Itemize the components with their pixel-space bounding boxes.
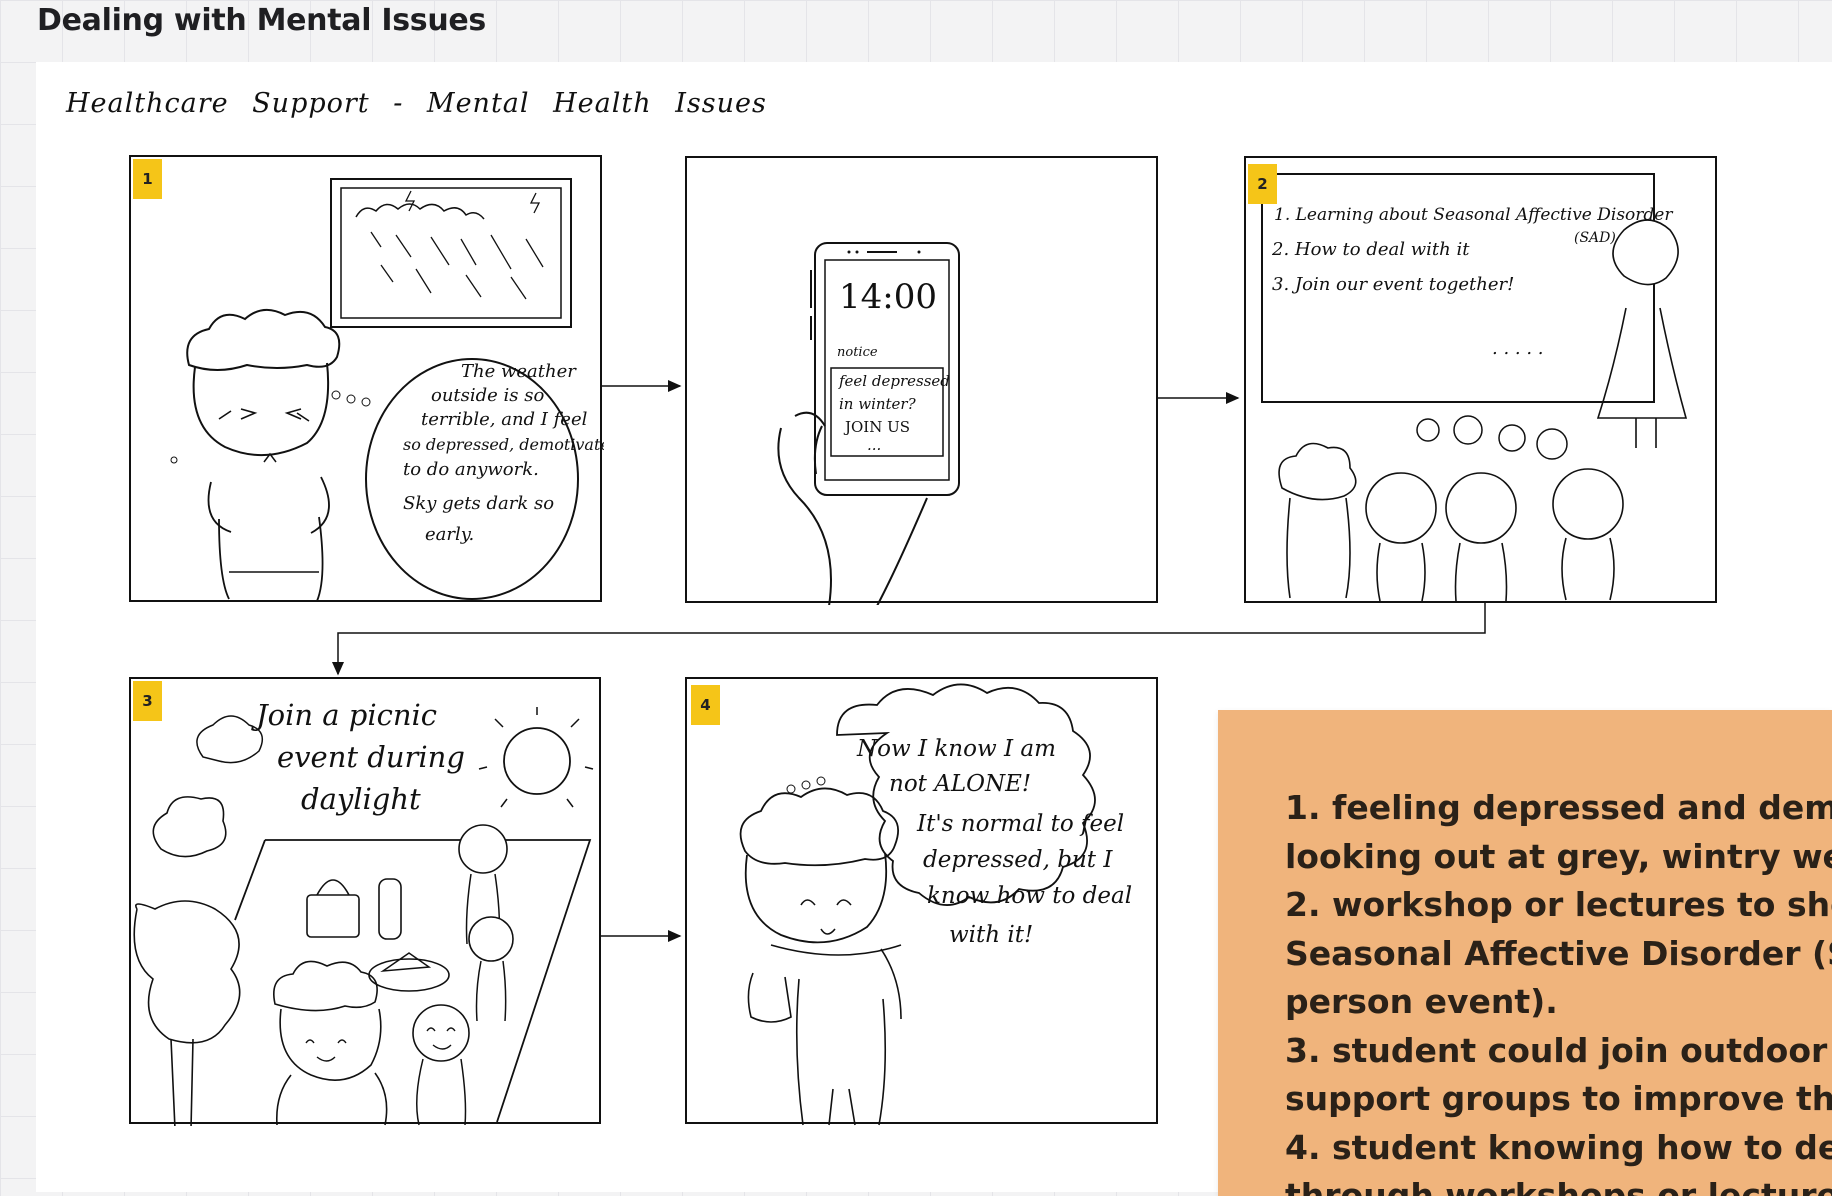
caption-line-3: daylight xyxy=(301,782,421,816)
thought-line-6: with it! xyxy=(949,922,1033,948)
panel-number-badge: 3 xyxy=(133,681,162,721)
panel-number-badge: 2 xyxy=(1248,164,1277,204)
panel-1-sad-student[interactable]: The weather outside is so terrible, and … xyxy=(129,155,604,602)
board-line-3: 3. Join our event together! xyxy=(1272,274,1514,295)
panel-phone-notice[interactable]: 14:00 notice feel depressed in winter? J… xyxy=(685,156,1158,605)
phone-notice-label: notice xyxy=(837,345,878,360)
caption-line-1: Join a picnic xyxy=(251,698,437,732)
caption-line-2: event during xyxy=(277,740,465,774)
note-line: 4. student knowing how to deal with it xyxy=(1285,1127,1832,1167)
sticky-note[interactable]: 1. feeling depressed and demotivated whe… xyxy=(1218,710,1832,1196)
thought-line-5: know how to deal xyxy=(927,883,1132,909)
speech-line-7: early. xyxy=(425,524,474,545)
thought-line-2: not ALONE! xyxy=(889,771,1031,797)
sticky-note-text: 1. feeling depressed and demotivated whe… xyxy=(1285,784,1832,1196)
svg-text:Join a picnic event duri: Join a picnic event during daylight xyxy=(251,698,474,816)
note-line: 1. feeling depressed and demotivated whe… xyxy=(1285,788,1832,827)
board-line-2: 2. How to deal with it xyxy=(1271,239,1470,260)
panel-3-picnic[interactable]: Join a picnic event during daylight 3 xyxy=(129,677,601,1126)
speech-line-4: so depressed, demotivated xyxy=(403,435,604,454)
note-line: through workshops or lectures. xyxy=(1285,1176,1832,1196)
speech-line-5: to do anywork. xyxy=(403,459,539,480)
note-line: Seasonal Affective Disorder (SAD) (in- xyxy=(1285,933,1832,973)
thought-line-3: It's normal to feel xyxy=(916,811,1124,837)
panel-phone-drawing: 14:00 notice feel depressed in winter? J… xyxy=(777,242,960,605)
panel-number-badge: 1 xyxy=(133,159,162,199)
board-title: Healthcare Support - Mental Health Issue… xyxy=(66,88,767,119)
panel-number-badge: 4 xyxy=(691,685,720,725)
panel-2-workshop[interactable]: 1. Learning about Seasonal Affective Dis… xyxy=(1244,156,1717,603)
note-line: looking out at grey, wintry weather. xyxy=(1285,836,1832,876)
board-line-1: 1. Learning about Seasonal Affective Dis… xyxy=(1274,205,1673,225)
panel-4-not-alone[interactable]: Now I know I am not ALONE! It's normal t… xyxy=(685,677,1158,1126)
speech-line-1: The weather xyxy=(461,361,577,382)
board-line-sad: (SAD) xyxy=(1574,230,1616,246)
note-line: 3. student could join outdoor activities… xyxy=(1285,1030,1832,1070)
thought-line-4: depressed, but I xyxy=(923,847,1113,873)
speech-line-3: terrible, and I feel xyxy=(421,409,588,430)
panel-4-drawing: Now I know I am not ALONE! It's normal t… xyxy=(739,683,1132,1126)
panel-1-drawing: The weather outside is so terrible, and … xyxy=(170,178,604,602)
speech-line-6: Sky gets dark so xyxy=(403,493,554,514)
speech-line-2: outside is so xyxy=(431,385,545,406)
phone-time: 14:00 xyxy=(839,277,937,317)
panel-2-drawing: 1. Learning about Seasonal Affective Dis… xyxy=(1261,173,1688,602)
note-line: support groups to improve their mood. xyxy=(1285,1079,1832,1118)
note-line: 2. workshop or lectures to show about xyxy=(1285,885,1832,924)
note-line: person event). xyxy=(1285,982,1558,1021)
thought-line-1: Now I know I am xyxy=(856,736,1056,762)
panel-3-drawing: Join a picnic event during daylight xyxy=(133,698,594,1126)
frame-title[interactable]: Dealing with Mental Issues xyxy=(37,3,486,38)
